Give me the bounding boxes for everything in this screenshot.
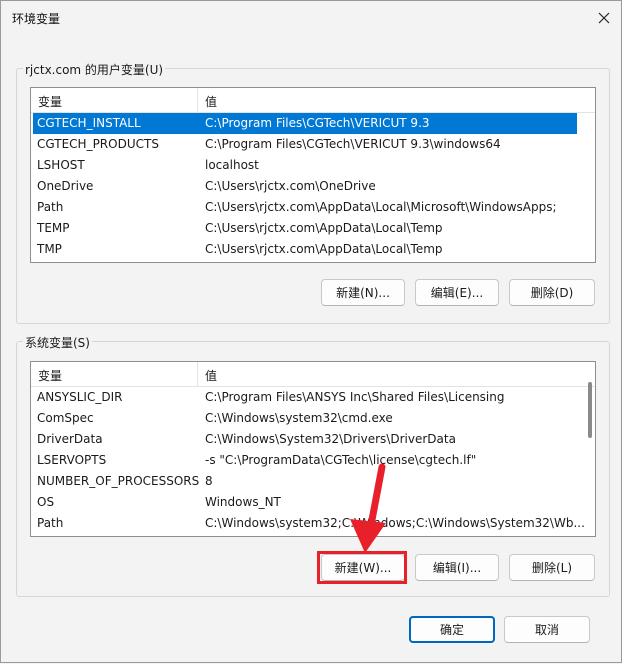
table-row[interactable]: ComSpec C:\Windows\system32\cmd.exe xyxy=(33,408,569,429)
var-value: 8 xyxy=(205,474,213,488)
var-name: TEMP xyxy=(37,221,70,235)
var-name: TMP xyxy=(37,242,62,256)
table-row[interactable]: NUMBER_OF_PROCESSORS 8 xyxy=(33,471,569,492)
window-title: 环境变量 xyxy=(12,12,61,26)
var-name: DriverData xyxy=(37,432,103,446)
scrollbar-thumb[interactable] xyxy=(588,382,592,438)
ok-button[interactable]: 确定 xyxy=(409,616,495,643)
var-value: C:\Windows\system32\cmd.exe xyxy=(205,411,393,425)
table-row[interactable]: TMP C:\Users\rjctx.com\AppData\Local\Tem… xyxy=(33,239,577,260)
var-name: NUMBER_OF_PROCESSORS xyxy=(37,474,200,488)
system-vars-header: 变量 值 xyxy=(31,362,595,387)
close-button[interactable] xyxy=(587,3,621,33)
user-vars-header: 变量 值 xyxy=(31,88,595,113)
user-vars-label: rjctx.com 的用户变量(U) xyxy=(23,61,166,78)
var-value: C:\Program Files\CGTech\VERICUT 9.3 xyxy=(205,116,430,130)
environment-variables-dialog: 环境变量 rjctx.com 的用户变量(U) 变量 值 CGTECH_INST… xyxy=(0,0,622,663)
column-variable[interactable]: 变量 xyxy=(38,93,62,110)
column-variable[interactable]: 变量 xyxy=(38,367,62,384)
user-new-button[interactable]: 新建(N)... xyxy=(321,279,405,306)
var-name: CGTECH_PRODUCTS xyxy=(37,137,159,151)
var-name: Path xyxy=(37,200,64,214)
table-row[interactable]: LSHOST localhost xyxy=(33,155,577,176)
close-icon xyxy=(598,12,610,24)
user-delete-button[interactable]: 删除(D) xyxy=(509,279,595,306)
var-name: OS xyxy=(37,495,55,509)
table-row[interactable]: LSERVOPTS -s "C:\ProgramData\CGTech\lice… xyxy=(33,450,569,471)
var-value: C:\Users\rjctx.com\AppData\Local\Temp xyxy=(205,221,443,235)
column-value[interactable]: 值 xyxy=(205,367,217,384)
table-row[interactable]: ANSYSLIC_DIR C:\Program Files\ANSYS Inc\… xyxy=(33,387,569,408)
var-value: C:\Users\rjctx.com\AppData\Local\Microso… xyxy=(205,200,557,214)
var-name: ANSYSLIC_DIR xyxy=(37,390,123,404)
var-value: localhost xyxy=(205,158,259,172)
table-row[interactable]: DriverData C:\Windows\System32\Drivers\D… xyxy=(33,429,569,450)
table-row[interactable]: Path C:\Users\rjctx.com\AppData\Local\Mi… xyxy=(33,197,577,218)
var-name: LSERVOPTS xyxy=(37,453,107,467)
system-edit-button[interactable]: 编辑(I)... xyxy=(415,554,499,581)
var-value: C:\Windows\system32;C:\Windows;C:\Window… xyxy=(205,516,585,530)
var-value: C:\Users\rjctx.com\OneDrive xyxy=(205,179,376,193)
var-value: Windows_NT xyxy=(205,495,281,509)
table-row[interactable]: Path C:\Windows\system32;C:\Windows;C:\W… xyxy=(33,513,585,534)
table-row[interactable]: OneDrive C:\Users\rjctx.com\OneDrive xyxy=(33,176,577,197)
var-value: C:\Users\rjctx.com\AppData\Local\Temp xyxy=(205,242,443,256)
var-value: C:\Program Files\ANSYS Inc\Shared Files\… xyxy=(205,390,505,404)
column-value[interactable]: 值 xyxy=(205,93,217,110)
table-row[interactable]: OS Windows_NT xyxy=(33,492,569,513)
system-vars-label: 系统变量(S) xyxy=(23,334,92,351)
user-edit-button[interactable]: 编辑(E)... xyxy=(415,279,499,306)
table-row[interactable]: CGTECH_INSTALL C:\Program Files\CGTech\V… xyxy=(33,113,577,134)
var-name: OneDrive xyxy=(37,179,94,193)
cancel-button[interactable]: 取消 xyxy=(504,616,590,643)
var-name: ComSpec xyxy=(37,411,94,425)
user-vars-list[interactable]: 变量 值 CGTECH_INSTALL C:\Program Files\CGT… xyxy=(30,87,596,263)
var-value: -s "C:\ProgramData\CGTech\license\cgtech… xyxy=(205,453,477,467)
var-name: Path xyxy=(37,516,64,530)
system-delete-button[interactable]: 删除(L) xyxy=(509,554,595,581)
column-divider[interactable] xyxy=(197,88,198,112)
var-name: LSHOST xyxy=(37,158,85,172)
system-vars-list[interactable]: 变量 值 ANSYSLIC_DIR C:\Program Files\ANSYS… xyxy=(30,361,596,537)
var-value: C:\Windows\System32\Drivers\DriverData xyxy=(205,432,456,446)
column-divider[interactable] xyxy=(197,362,198,386)
var-value: C:\Program Files\CGTech\VERICUT 9.3\wind… xyxy=(205,137,501,151)
table-row[interactable]: CGTECH_PRODUCTS C:\Program Files\CGTech\… xyxy=(33,134,577,155)
var-name: CGTECH_INSTALL xyxy=(37,116,141,130)
table-row[interactable]: TEMP C:\Users\rjctx.com\AppData\Local\Te… xyxy=(33,218,577,239)
highlight-box xyxy=(317,551,407,584)
